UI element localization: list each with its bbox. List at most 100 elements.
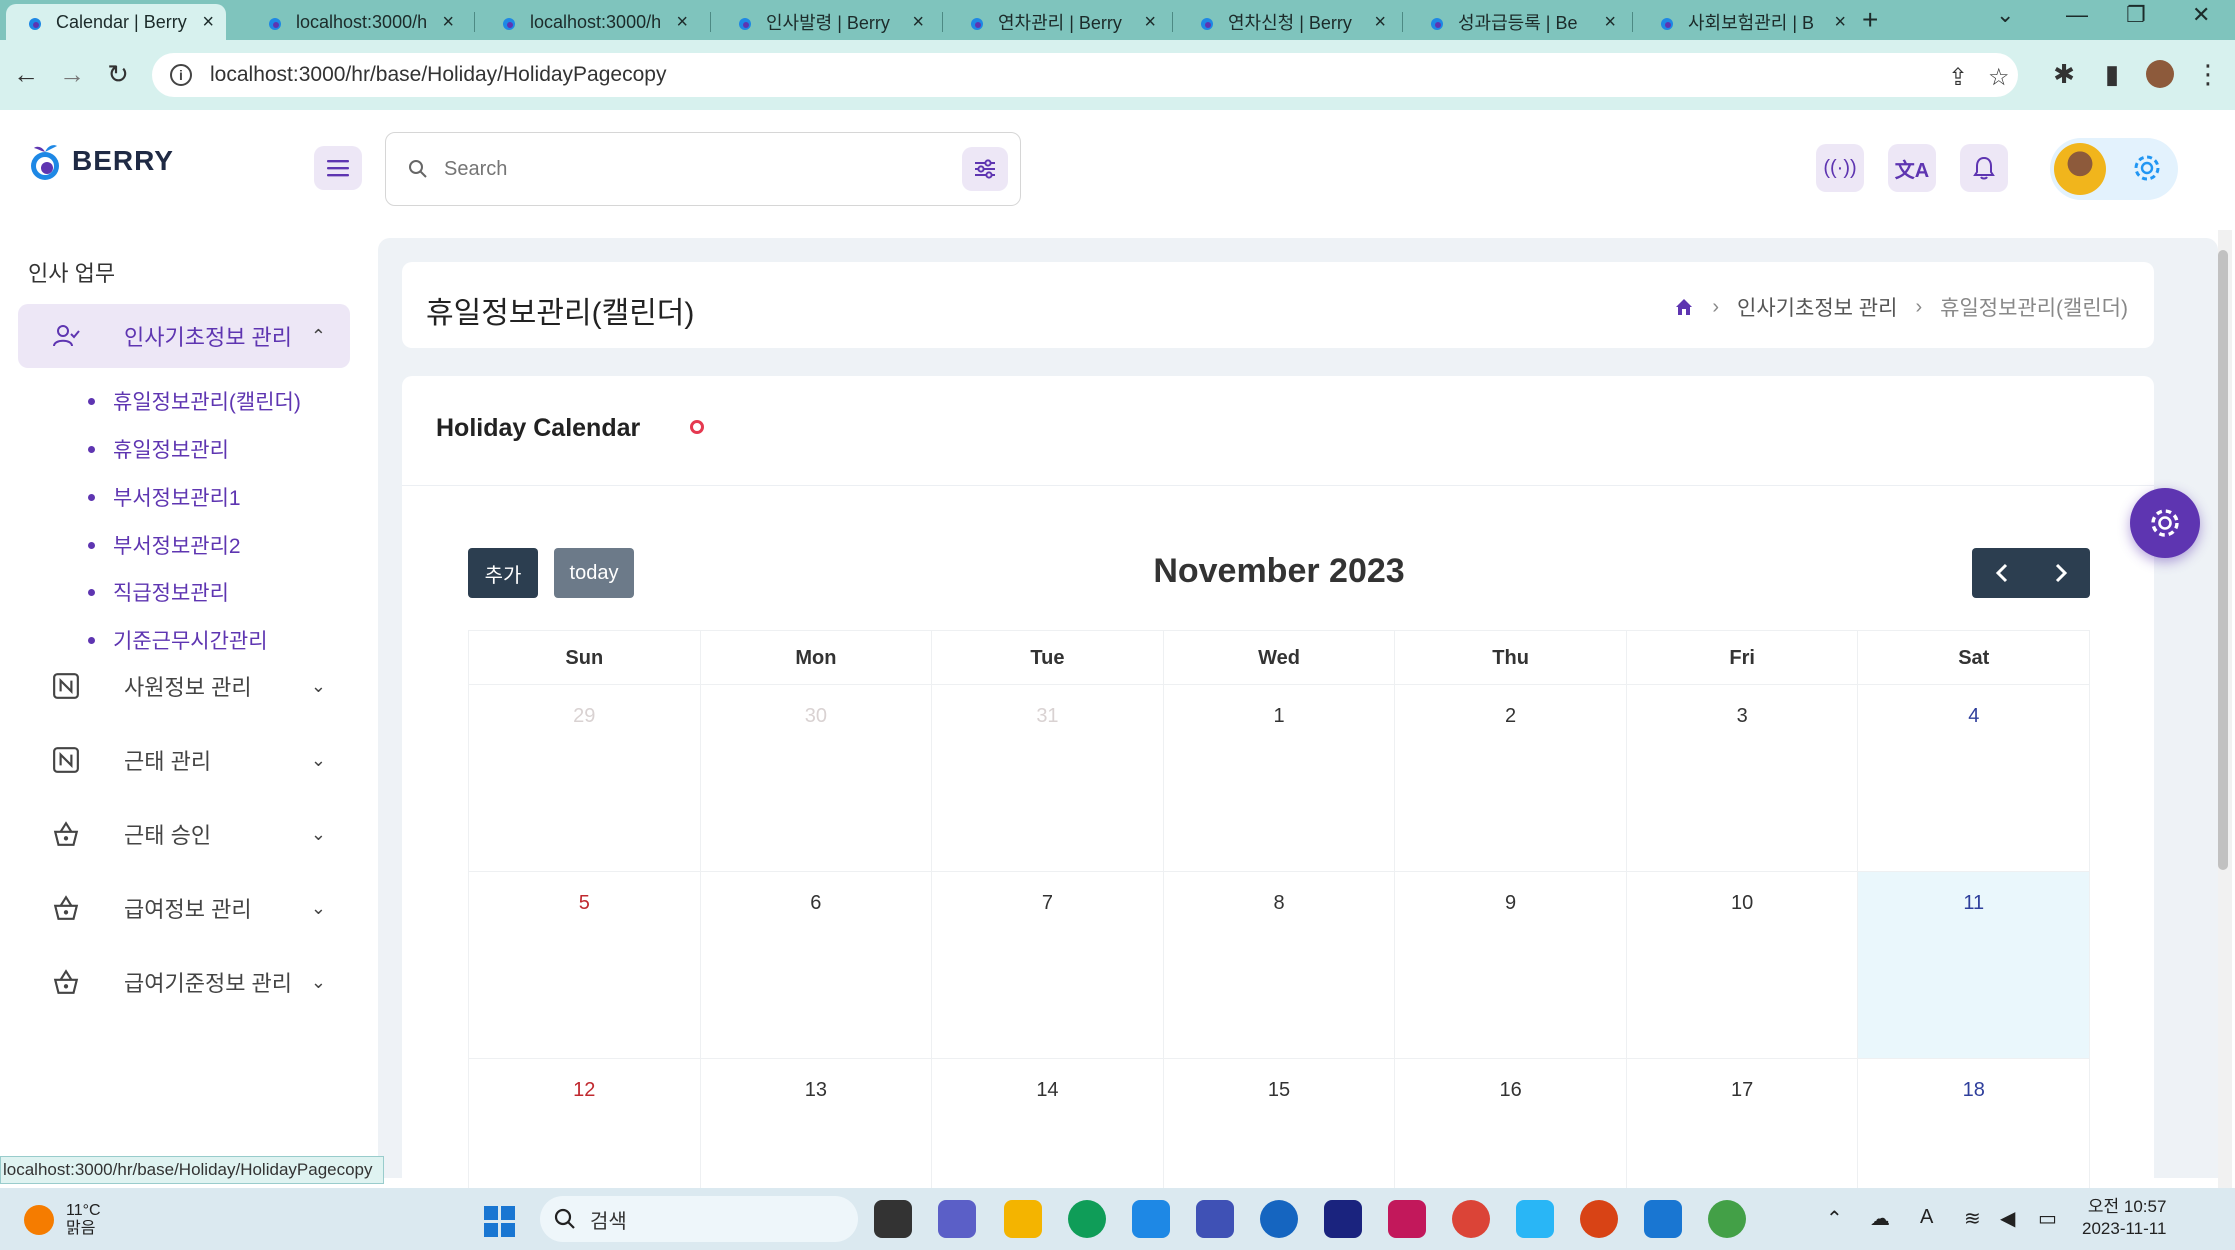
brand-logo[interactable]: BERRY: [26, 140, 174, 182]
notification-button[interactable]: [1960, 144, 2008, 192]
browser-tab[interactable]: Calendar | Berry ×: [6, 4, 226, 40]
close-tab-icon[interactable]: ×: [202, 11, 214, 34]
calendar-day-number[interactable]: 14: [932, 1079, 1163, 1102]
extensions-icon[interactable]: ✱: [2046, 56, 2082, 92]
wifi-icon[interactable]: ≋: [1964, 1206, 1981, 1231]
forward-button[interactable]: →: [54, 56, 90, 92]
calendar-day-cell[interactable]: 4: [1858, 685, 2091, 871]
calendar-day-cell[interactable]: 10: [1627, 872, 1859, 1058]
powerpoint-icon[interactable]: [1580, 1200, 1618, 1238]
weather-widget[interactable]: 11°C 맑음: [24, 1202, 101, 1238]
cloud-icon[interactable]: ☁: [1870, 1206, 1890, 1231]
browser-tab[interactable]: 성과급등록 | Be ×: [1408, 4, 1628, 40]
sidebar-sub-item[interactable]: 부서정보관리1: [88, 482, 241, 512]
calendar-day-number[interactable]: 13: [701, 1079, 932, 1102]
tab-search-icon[interactable]: ⌄: [1996, 2, 2014, 28]
calendar-day-number[interactable]: 5: [469, 892, 700, 915]
calendar-day-number[interactable]: 7: [932, 892, 1163, 915]
sidebar-toggle-button[interactable]: [314, 146, 362, 190]
calendar-day-number[interactable]: 18: [1858, 1079, 2089, 1102]
sidebar-group-payroll-standard[interactable]: 급여기준정보 관리 ⌄: [18, 954, 350, 1010]
address-bar[interactable]: i localhost:3000/hr/base/Holiday/Holiday…: [152, 53, 2018, 97]
calendar-day-number[interactable]: 3: [1627, 705, 1858, 728]
today-button[interactable]: today: [554, 548, 634, 598]
calendar-day-number[interactable]: 12: [469, 1079, 700, 1102]
browser-menu-icon[interactable]: ⋮: [2190, 56, 2226, 92]
tray-overflow-icon[interactable]: ⌃: [1826, 1206, 1843, 1231]
scrollbar-thumb[interactable]: [2218, 250, 2228, 870]
file-explorer-icon[interactable]: [1004, 1200, 1042, 1238]
x-app-icon[interactable]: [1324, 1200, 1362, 1238]
windows-start-icon[interactable]: [484, 1206, 515, 1237]
calendar-day-number[interactable]: 1: [1164, 705, 1395, 728]
calendar-day-number[interactable]: 29: [469, 705, 700, 728]
vscode-icon[interactable]: [1644, 1200, 1682, 1238]
calendar-day-cell[interactable]: 5: [468, 872, 701, 1058]
page-scrollbar[interactable]: [2218, 230, 2232, 1250]
browser-tab[interactable]: 연차관리 | Berry ×: [948, 4, 1168, 40]
close-window-button[interactable]: ✕: [2192, 2, 2210, 28]
volume-icon[interactable]: ◀: [2000, 1206, 2015, 1231]
calendar-day-number[interactable]: 30: [701, 705, 932, 728]
chrome-icon[interactable]: [1452, 1200, 1490, 1238]
calendar-day-cell[interactable]: 2: [1395, 685, 1627, 871]
minimize-button[interactable]: —: [2066, 2, 2088, 28]
breadcrumb-link[interactable]: 인사기초정보 관리: [1737, 292, 1897, 322]
close-tab-icon[interactable]: ×: [912, 11, 924, 34]
calendar-day-number[interactable]: 17: [1627, 1079, 1858, 1102]
new-tab-button[interactable]: +: [1862, 4, 1878, 36]
bookmark-star-icon[interactable]: ☆: [1988, 63, 2010, 92]
reload-button[interactable]: ↻: [100, 56, 136, 92]
calendar-day-cell[interactable]: 29: [468, 685, 701, 871]
chrome-profile-icon[interactable]: [1708, 1200, 1746, 1238]
side-panel-icon[interactable]: ▮: [2094, 56, 2130, 92]
prev-month-button[interactable]: [1972, 548, 2031, 598]
calendar-day-cell[interactable]: 9: [1395, 872, 1627, 1058]
maximize-button[interactable]: ❐: [2126, 2, 2146, 28]
calendar-day-number[interactable]: 11: [1858, 892, 2089, 915]
next-month-button[interactable]: [2031, 548, 2090, 598]
calendar-day-cell[interactable]: 1: [1164, 685, 1396, 871]
calendar-day-cell[interactable]: 31: [932, 685, 1164, 871]
share-icon[interactable]: ⇪: [1948, 63, 1968, 92]
sidebar-sub-item[interactable]: 휴일정보관리(캘린더): [88, 386, 301, 416]
sidebar-sub-item[interactable]: 휴일정보관리: [88, 434, 229, 464]
microsoft-store-icon[interactable]: [1196, 1200, 1234, 1238]
calendar-day-cell[interactable]: 8: [1164, 872, 1396, 1058]
browser-tab[interactable]: 연차신청 | Berry ×: [1178, 4, 1398, 40]
sidebar-group-payroll[interactable]: 급여정보 관리 ⌄: [18, 880, 350, 936]
sidebar-group-employee[interactable]: 사원정보 관리 ⌄: [18, 658, 350, 714]
calendar-day-cell[interactable]: 30: [701, 685, 933, 871]
browser-tab[interactable]: localhost:3000/h ×: [480, 4, 700, 40]
search-input[interactable]: [444, 157, 924, 181]
live-broadcast-button[interactable]: ((·)): [1816, 144, 1864, 192]
taskbar-search[interactable]: 검색: [540, 1196, 858, 1242]
app-icon[interactable]: [1516, 1200, 1554, 1238]
calendar-day-number[interactable]: 6: [701, 892, 932, 915]
calendar-day-number[interactable]: 31: [932, 705, 1163, 728]
browser-tab[interactable]: 사회보험관리 | B ×: [1638, 4, 1858, 40]
calendar-day-number[interactable]: 10: [1627, 892, 1858, 915]
browser-tab[interactable]: localhost:3000/h ×: [246, 4, 466, 40]
sidebar-sub-item[interactable]: 직급정보관리: [88, 577, 229, 607]
search-filter-button[interactable]: [962, 147, 1008, 191]
add-holiday-button[interactable]: 추가: [468, 548, 538, 598]
address-url[interactable]: localhost:3000/hr/base/Holiday/HolidayPa…: [210, 63, 666, 87]
calendar-day-cell[interactable]: 3: [1627, 685, 1859, 871]
edge-browser-icon[interactable]: [1068, 1200, 1106, 1238]
browser-tab[interactable]: 인사발령 | Berry ×: [716, 4, 936, 40]
close-tab-icon[interactable]: ×: [676, 11, 688, 34]
sidebar-group-hr-basic[interactable]: 인사기초정보 관리 ⌃: [18, 304, 350, 368]
calendar-day-cell[interactable]: 11: [1858, 872, 2091, 1058]
ime-icon[interactable]: A: [1920, 1206, 1933, 1229]
calendar-day-number[interactable]: 4: [1858, 705, 2089, 728]
calendar-day-number[interactable]: 15: [1164, 1079, 1395, 1102]
calendar-day-number[interactable]: 16: [1395, 1079, 1626, 1102]
close-tab-icon[interactable]: ×: [1374, 11, 1386, 34]
task-view-icon[interactable]: [874, 1200, 912, 1238]
battery-icon[interactable]: ▭: [2038, 1206, 2057, 1231]
taskbar-clock[interactable]: 오전 10:57 2023-11-11: [2082, 1196, 2166, 1240]
sidebar-sub-item[interactable]: 부서정보관리2: [88, 530, 241, 560]
calendar-day-cell[interactable]: 7: [932, 872, 1164, 1058]
close-tab-icon[interactable]: ×: [442, 11, 454, 34]
